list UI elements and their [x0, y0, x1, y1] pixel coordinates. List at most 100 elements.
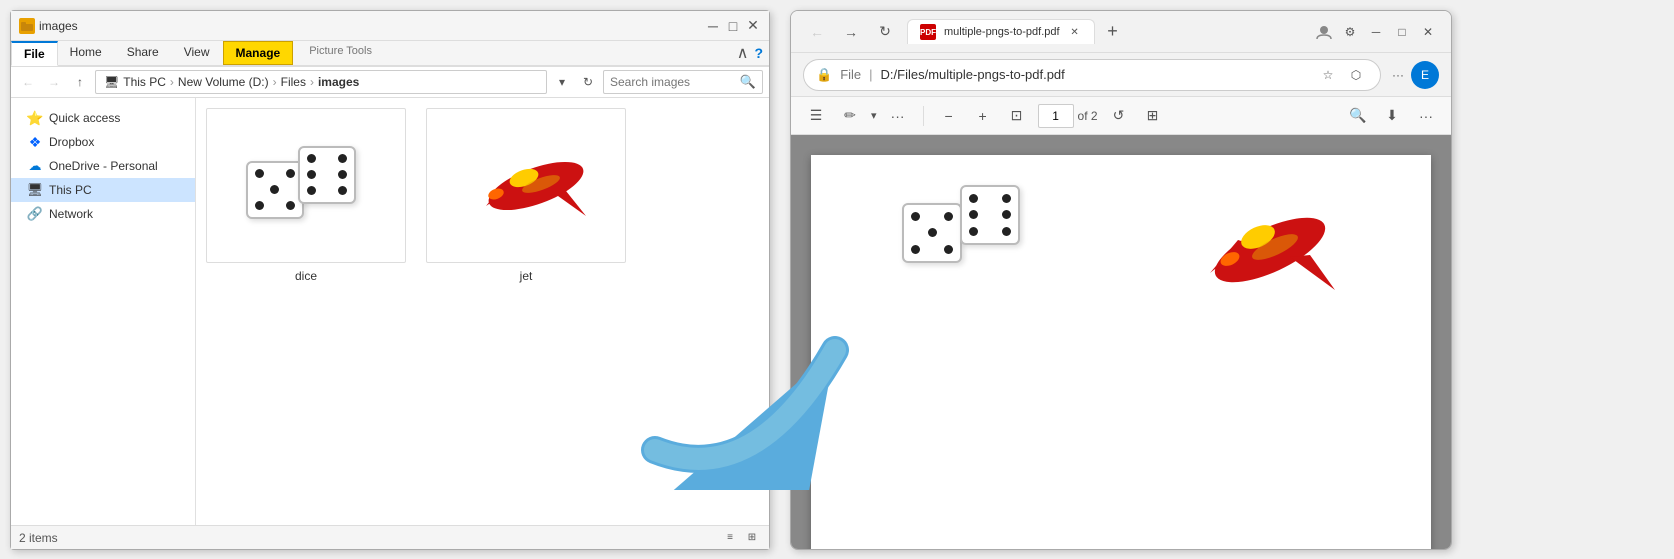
breadcrumb-sep2: › [273, 75, 277, 89]
sidebar-item-network[interactable]: 🔗 Network [11, 202, 195, 226]
status-text: 2 items [19, 531, 58, 545]
view-tiles-button[interactable]: ⊞ [743, 529, 761, 547]
tab-bar: PDF multiple-pngs-to-pdf.pdf ✕ + [907, 18, 1305, 46]
dice-filename: dice [295, 269, 317, 283]
ribbon-tabs: File Home Share View Manage Picture Tool… [11, 41, 769, 66]
browser-minimize-button[interactable]: ─ [1365, 21, 1387, 43]
pdf-two-page-button[interactable]: ⊞ [1140, 103, 1166, 129]
browser-settings-button[interactable]: ⚙ [1339, 21, 1361, 43]
pdf-content [791, 135, 1451, 549]
file-grid: dice [206, 108, 759, 515]
pdf-rotate-button[interactable]: ↺ [1106, 103, 1132, 129]
pdf-page [811, 155, 1431, 549]
breadcrumb-volume: New Volume (D:) [178, 75, 269, 89]
this-pc-icon: 🖥 [27, 182, 43, 198]
pdf-sidebar-button[interactable]: ☰ [803, 103, 829, 129]
browser-maximize-button[interactable]: □ [1391, 21, 1413, 43]
pdf-toolbar: ☰ ✏ ▾ ··· − + ⊡ of 2 ↺ ⊞ 🔍 ⬇ ··· [791, 97, 1451, 135]
explorer-body: ⭐ Quick access ❖ Dropbox ☁ OneDrive - Pe… [11, 98, 769, 525]
die-right [298, 146, 356, 204]
pdf-fit-page-button[interactable]: ⊡ [1004, 103, 1030, 129]
browser-forward-button[interactable]: → [837, 18, 865, 46]
sidebar-label-network: Network [49, 207, 93, 221]
refresh-button[interactable]: ↻ [577, 71, 599, 93]
browser-nav-controls: ← → ↻ [803, 18, 899, 46]
explorer-title-bar: images ─ □ ✕ [11, 11, 769, 41]
list-item[interactable]: dice [206, 108, 406, 515]
url-actions: ☆ ⬡ [1316, 63, 1368, 87]
minimize-button[interactable]: ─ [705, 18, 721, 34]
breadcrumb-dropdown-button[interactable]: ▾ [551, 71, 573, 93]
address-bar: ← → ↑ 🖥 This PC › New Volume (D:) › File… [11, 67, 769, 98]
tab-share[interactable]: Share [115, 41, 172, 65]
title-bar-controls: ─ □ ✕ [705, 18, 761, 34]
pdf-die-left [902, 203, 962, 263]
tab-manage[interactable]: Manage [223, 41, 294, 65]
forward-button[interactable]: → [43, 71, 65, 93]
sidebar-item-quick-access[interactable]: ⭐ Quick access [11, 106, 195, 130]
ribbon-collapse-button[interactable]: ∧ [737, 43, 749, 63]
pdf-die-right [960, 185, 1020, 245]
url-bar[interactable]: 🔒 File | D:/Files/multiple-pngs-to-pdf.p… [803, 59, 1381, 91]
browser-more-button[interactable]: ··· [1387, 64, 1409, 86]
tab-title: multiple-pngs-to-pdf.pdf [944, 26, 1060, 38]
new-tab-button[interactable]: + [1099, 18, 1127, 46]
pdf-download-button[interactable]: ⬇ [1379, 103, 1405, 129]
url-share-button[interactable]: ⬡ [1344, 63, 1368, 87]
sidebar-label-this-pc: This PC [49, 183, 92, 197]
pdf-tab[interactable]: PDF multiple-pngs-to-pdf.pdf ✕ [907, 19, 1095, 44]
pdf-annotation-dropdown[interactable]: ▾ [871, 109, 877, 122]
url-lock-icon: 🔒 [816, 67, 832, 83]
tab-view[interactable]: View [172, 41, 223, 65]
jet-filename: jet [520, 269, 533, 283]
close-button[interactable]: ✕ [745, 18, 761, 34]
help-button[interactable]: ? [754, 45, 763, 61]
browser-profile-avatar[interactable]: E [1411, 61, 1439, 89]
up-button[interactable]: ↑ [69, 71, 91, 93]
pdf-page-input[interactable] [1038, 104, 1074, 128]
explorer-window: images ─ □ ✕ File Home Share View Manage… [10, 10, 770, 550]
view-details-button[interactable]: ≡ [721, 529, 739, 547]
dice-thumbnail [206, 108, 406, 263]
search-input[interactable] [610, 75, 736, 89]
status-right: ≡ ⊞ [721, 529, 761, 547]
breadcrumb-files: Files [281, 75, 306, 89]
pdf-zoom-in-button[interactable]: + [970, 103, 996, 129]
browser-window: ← → ↻ PDF multiple-pngs-to-pdf.pdf ✕ + [790, 10, 1452, 550]
pdf-print-button[interactable]: ··· [1413, 103, 1439, 129]
breadcrumb-sep1: › [170, 75, 174, 89]
breadcrumb-images: images [318, 75, 359, 89]
tab-home[interactable]: Home [58, 41, 115, 65]
tab-close-button[interactable]: ✕ [1068, 25, 1082, 39]
browser-title-bar: ← → ↻ PDF multiple-pngs-to-pdf.pdf ✕ + [791, 11, 1451, 53]
list-item[interactable]: jet [426, 108, 626, 515]
pdf-jet-image [1180, 185, 1340, 315]
url-star-button[interactable]: ☆ [1316, 63, 1340, 87]
pdf-annotation-button[interactable]: ✏ [837, 103, 863, 129]
pdf-more-button[interactable]: ··· [885, 103, 911, 129]
folder-title-icon [19, 18, 35, 34]
browser-refresh-button[interactable]: ↻ [871, 18, 899, 46]
tab-file[interactable]: File [11, 41, 58, 66]
sidebar-item-onedrive[interactable]: ☁ OneDrive - Personal [11, 154, 195, 178]
browser-profile-button[interactable] [1313, 21, 1335, 43]
sidebar-label-dropbox: Dropbox [49, 135, 94, 149]
maximize-button[interactable]: □ [725, 18, 741, 34]
sidebar-item-this-pc[interactable]: 🖥 This PC [11, 178, 195, 202]
sidebar-item-dropbox[interactable]: ❖ Dropbox [11, 130, 195, 154]
browser-close-button[interactable]: ✕ [1417, 21, 1439, 43]
pdf-zoom-out-button[interactable]: − [936, 103, 962, 129]
pdf-search-button[interactable]: 🔍 [1345, 103, 1371, 129]
breadcrumb-icon: 🖥 [104, 75, 119, 89]
url-path-text: D:/Files/multiple-pngs-to-pdf.pdf [881, 67, 1308, 82]
pdf-dice-group [902, 185, 1037, 285]
breadcrumb[interactable]: 🖥 This PC › New Volume (D:) › Files › im… [95, 70, 547, 94]
pdf-jet-column [1180, 185, 1340, 315]
back-button[interactable]: ← [17, 71, 39, 93]
url-separator: | [869, 67, 872, 82]
sidebar-label-quick-access: Quick access [49, 111, 120, 125]
content-area: dice [196, 98, 769, 525]
browser-back-button[interactable]: ← [803, 18, 831, 46]
pdf-favicon: PDF [920, 24, 936, 40]
url-protocol-label: File [840, 67, 861, 82]
